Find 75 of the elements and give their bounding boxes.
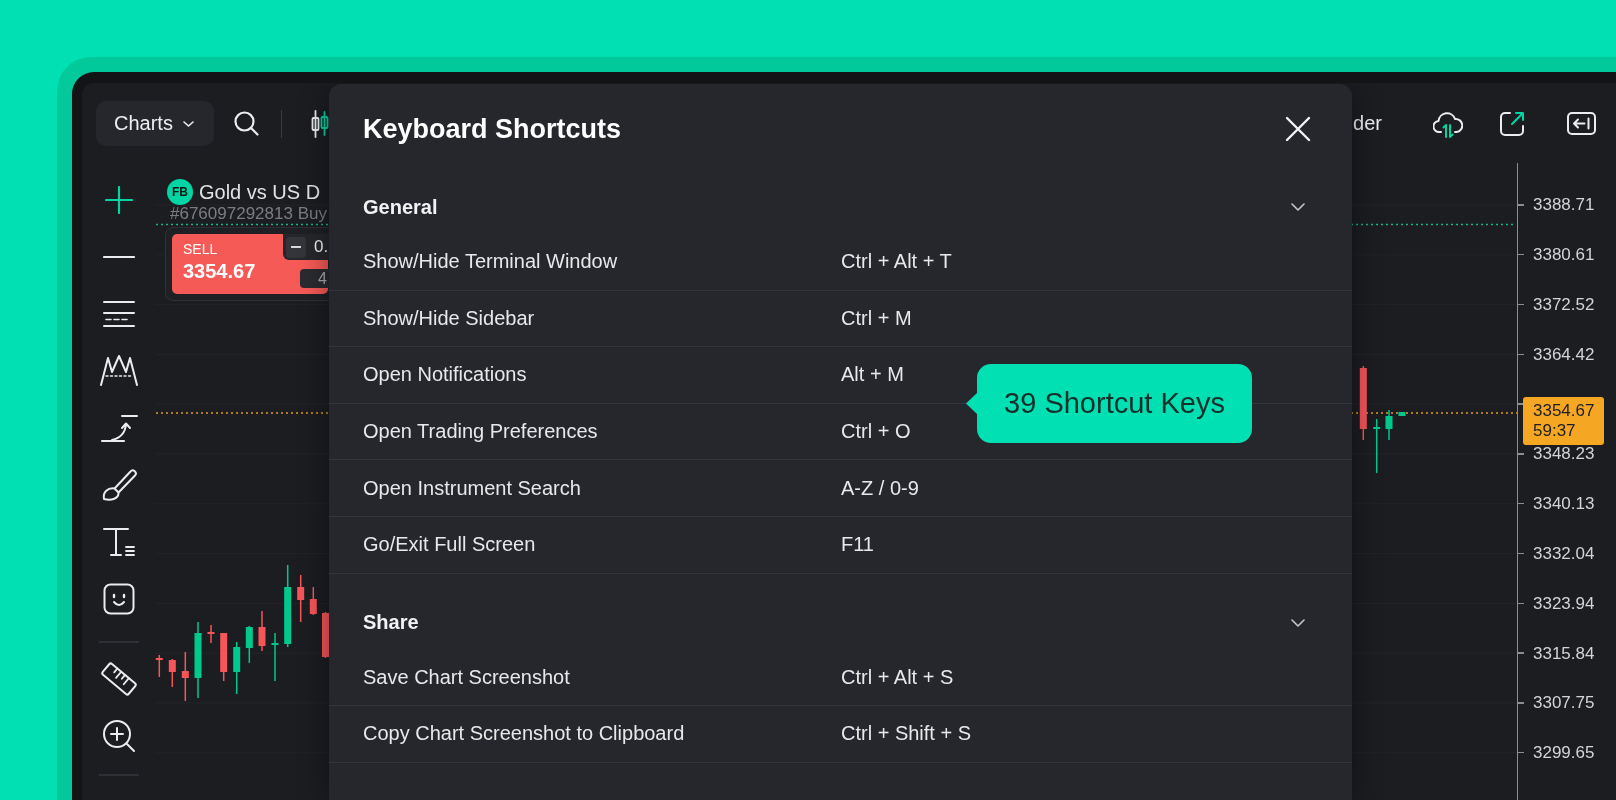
shortcut-keys: Ctrl + Alt + S	[841, 665, 954, 689]
candle	[322, 611, 329, 659]
price-label: 3315.84	[1533, 644, 1595, 662]
shortcut-keys: A-Z / 0-9	[841, 476, 919, 500]
panel-collapse-icon[interactable]	[1567, 112, 1596, 135]
zoom-in-icon[interactable]	[101, 719, 136, 753]
price-label: 3348.23	[1533, 445, 1595, 463]
shortcut-keys: Ctrl + Shift + S	[841, 722, 972, 746]
section-title[interactable]: Share	[363, 611, 419, 635]
text-icon[interactable]	[101, 526, 136, 557]
shortcut-action: Show/Hide Sidebar	[363, 306, 536, 330]
candle	[297, 574, 305, 623]
shortcut-keys: Alt + M	[841, 363, 904, 387]
shortcut-keys: Ctrl + O	[841, 420, 911, 444]
chart-subtitle: #676097292813 Buy	[170, 205, 327, 223]
parallel-lines-icon[interactable]	[102, 299, 135, 328]
price-label: 3388.71	[1533, 196, 1595, 214]
brush-icon[interactable]	[100, 467, 137, 502]
candle	[1398, 411, 1406, 417]
symbol-badge: FB	[167, 179, 193, 205]
candle	[181, 651, 189, 702]
ruler-icon[interactable]	[99, 660, 138, 698]
price-label: 3299.65	[1533, 744, 1595, 762]
search-icon[interactable]	[234, 111, 259, 136]
shortcut-action: Open Trading Preferences	[363, 420, 599, 444]
candle	[271, 632, 279, 682]
shortcut-action: Go/Exit Full Screen	[363, 533, 537, 557]
candlestick-icon[interactable]	[311, 109, 329, 138]
chevron-icon[interactable]	[1291, 203, 1305, 211]
shortcut-action: Save Chart Screenshot	[363, 665, 571, 689]
tooltip: 39 Shortcut Keys	[966, 364, 1252, 443]
current-price-tag: 3354.67 59:37	[1523, 396, 1604, 445]
price-label: 3323.94	[1533, 594, 1595, 612]
candle	[155, 654, 163, 678]
shortcut-action: Open Instrument Search	[363, 476, 582, 500]
candle	[258, 610, 266, 652]
peaks-icon[interactable]	[98, 354, 139, 387]
section-title[interactable]: General	[363, 195, 438, 219]
line-icon[interactable]	[102, 254, 135, 259]
charts-menu-button[interactable]: Charts	[96, 101, 214, 146]
curved-arrow-icon[interactable]	[99, 412, 138, 443]
close-icon[interactable]	[1285, 116, 1311, 142]
dialog-title: Keyboard Shortcuts	[363, 113, 622, 145]
shortcut-keys: Ctrl + M	[841, 306, 912, 330]
chevron-icon[interactable]	[1291, 618, 1305, 627]
price-label: 3372.52	[1533, 296, 1595, 313]
shortcut-action: Copy Chart Screenshot to Clipboard	[363, 722, 686, 746]
chart-title: Gold vs US D	[199, 180, 321, 205]
candle	[168, 658, 176, 688]
volume-field[interactable]: 0.	[283, 234, 329, 260]
shortcut-action: Open Notifications	[363, 363, 528, 387]
candle	[220, 632, 228, 682]
sell-button[interactable]: SELL 3354.67 0. 4	[172, 234, 328, 294]
price-label: 3340.13	[1533, 495, 1595, 513]
candle	[1373, 418, 1381, 474]
decrease-button[interactable]	[286, 236, 306, 258]
price-label: 3380.61	[1533, 246, 1595, 264]
cloud-sync-icon[interactable]	[1433, 109, 1463, 138]
toolbar-label[interactable]: der	[1353, 112, 1382, 135]
smiley-icon[interactable]	[102, 582, 135, 615]
candle	[1385, 409, 1393, 441]
candle	[309, 586, 317, 616]
shortcut-action: Show/Hide Terminal Window	[363, 250, 619, 274]
price-label: 3307.75	[1533, 694, 1595, 712]
price-label: 3364.42	[1533, 345, 1595, 363]
amount-field[interactable]: 4	[300, 269, 329, 288]
price-label: 3332.04	[1533, 544, 1595, 562]
shortcut-keys: Ctrl + Alt + T	[841, 250, 952, 274]
candle	[233, 641, 241, 695]
candle	[207, 624, 215, 644]
plus-icon[interactable]	[104, 185, 133, 214]
candle	[245, 625, 253, 664]
external-link-icon[interactable]	[1499, 110, 1525, 137]
shortcut-keys: F11	[841, 533, 874, 557]
caret-icon[interactable]	[182, 120, 194, 127]
